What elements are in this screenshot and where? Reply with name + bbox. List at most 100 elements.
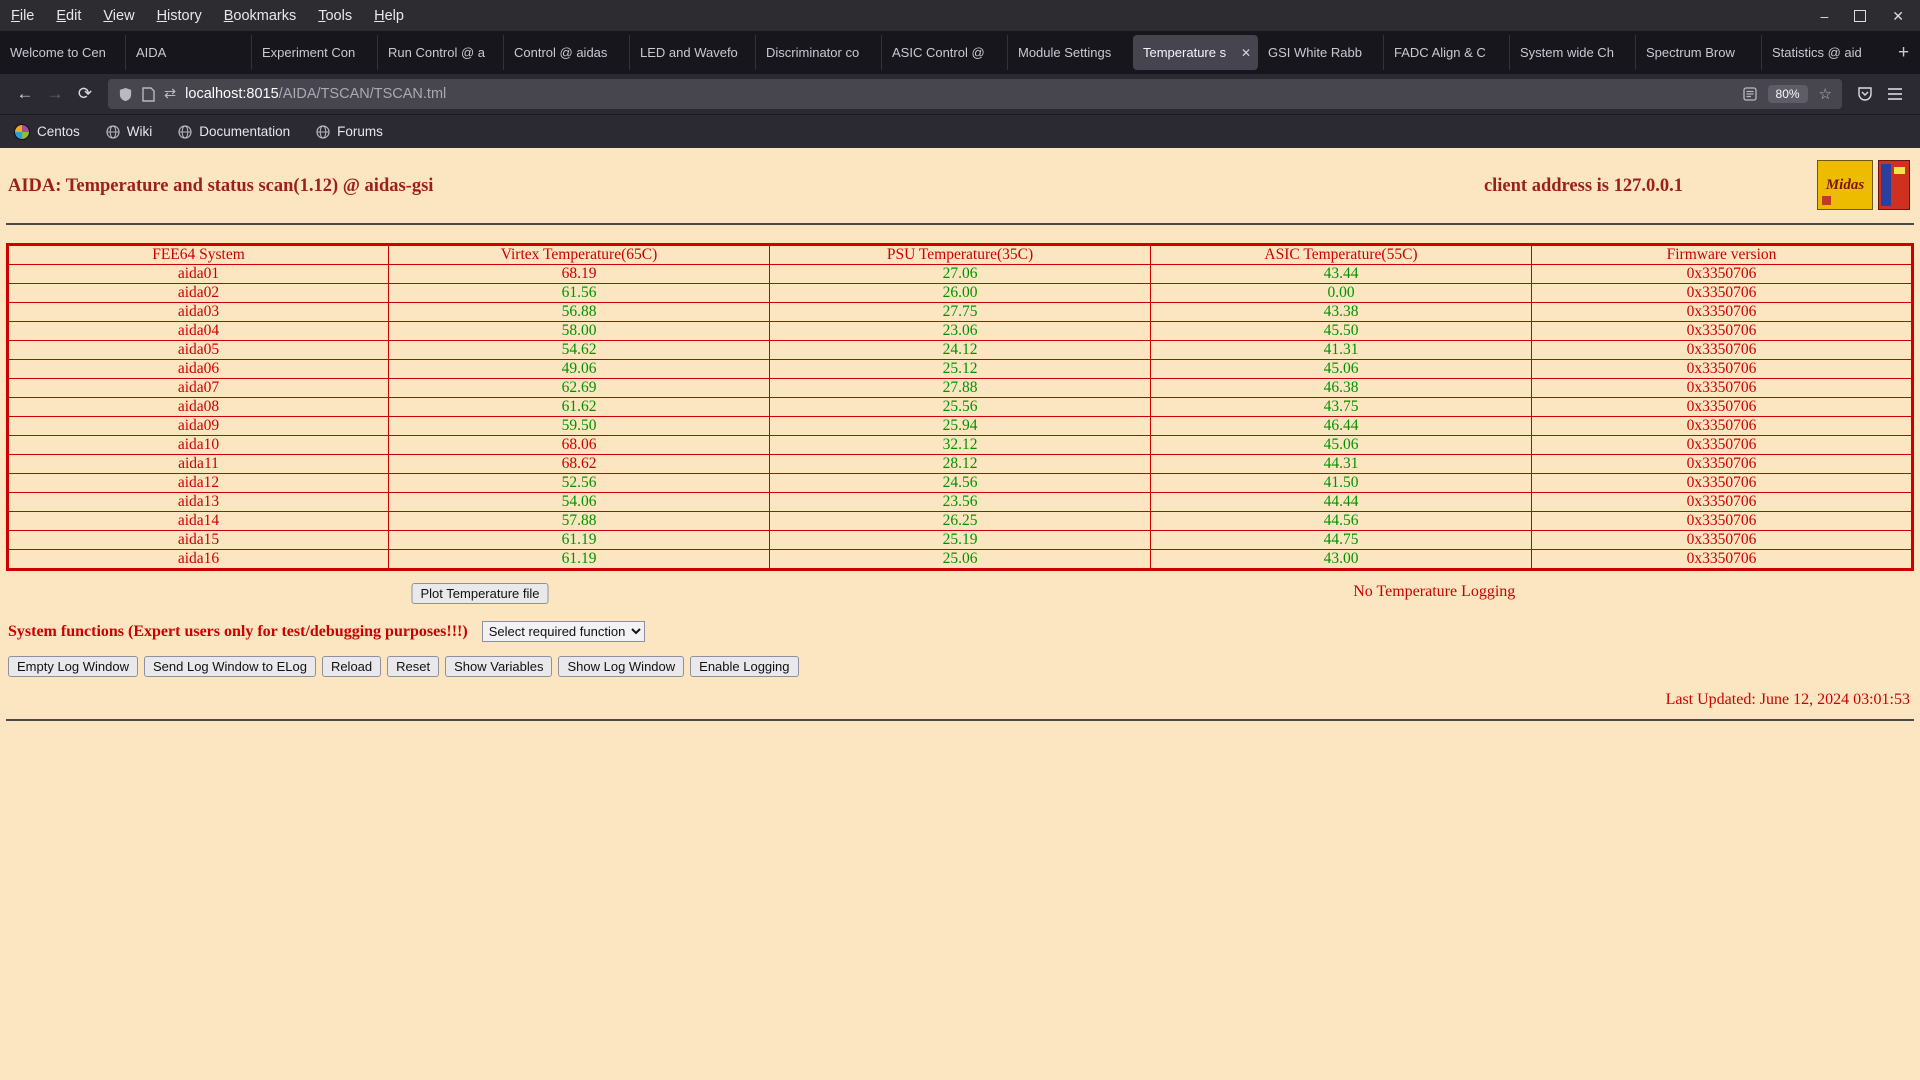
reset-button[interactable]: Reset [387, 656, 440, 677]
table-row: aida04 58.00 23.06 45.50 0x3350706 [7, 321, 1913, 341]
bookmark-documentation[interactable]: Documentation [178, 124, 290, 140]
menu-items: File Edit View History Bookmarks Tools Help [0, 8, 415, 24]
back-button[interactable]: ← [10, 84, 40, 104]
tab-label: FADC Align & C [1394, 45, 1486, 60]
psu-temperature-cell: 27.06 [769, 264, 1151, 284]
tab-label: AIDA [136, 45, 167, 60]
tab-close-icon[interactable]: ✕ [1234, 46, 1258, 60]
fee64-system-cell: aida08 [7, 397, 389, 417]
browser-tab[interactable]: Experiment Con [251, 35, 377, 70]
browser-tab[interactable]: System wide Ch [1509, 35, 1635, 70]
bookmark-centos[interactable]: Centos [14, 123, 80, 140]
asic-temperature-cell: 41.50 [1150, 473, 1532, 493]
psu-temperature-cell: 27.88 [769, 378, 1151, 398]
psu-temperature-cell: 25.06 [769, 549, 1151, 570]
plot-temperature-button[interactable]: Plot Temperature file [411, 583, 549, 604]
menu-file[interactable]: File [0, 8, 45, 24]
fee64-system-cell: aida16 [7, 549, 389, 570]
menu-help[interactable]: Help [363, 8, 415, 24]
virtex-temperature-cell: 49.06 [388, 359, 770, 379]
menu-tools[interactable]: Tools [307, 8, 363, 24]
column-header: FEE64 System [7, 244, 389, 265]
bookmark-items: Centos Wiki Documentation Forums [14, 123, 383, 140]
virtex-temperature-cell: 57.88 [388, 511, 770, 531]
menu-history[interactable]: History [146, 8, 213, 24]
bookmark-forums[interactable]: Forums [316, 124, 383, 140]
virtex-temperature-cell: 61.56 [388, 283, 770, 303]
new-tab-button[interactable]: + [1887, 42, 1920, 64]
asic-temperature-cell: 45.06 [1150, 435, 1532, 455]
browser-tab[interactable]: Temperature s ✕ [1133, 35, 1258, 70]
globe-icon [106, 124, 120, 139]
fee64-system-cell: aida12 [7, 473, 389, 493]
virtex-temperature-cell: 59.50 [388, 416, 770, 436]
pocket-icon[interactable] [1850, 86, 1880, 102]
browser-tab[interactable]: Spectrum Brow [1635, 35, 1761, 70]
temperature-table: FEE64 System Virtex Temperature(65C) PSU T… [6, 243, 1914, 571]
shield-icon[interactable] [118, 87, 133, 102]
browser-tab[interactable]: ASIC Control @ [881, 35, 1007, 70]
browser-tab[interactable]: Welcome to Cen [0, 35, 125, 70]
virtex-temperature-cell: 56.88 [388, 302, 770, 322]
firmware-version-cell: 0x3350706 [1531, 359, 1913, 379]
function-select[interactable]: Select required function [481, 621, 645, 642]
minimize-button[interactable]: – [1820, 9, 1828, 23]
maximize-button[interactable] [1854, 9, 1867, 22]
asic-temperature-cell: 46.44 [1150, 416, 1532, 436]
table-row: aida08 61.62 25.56 43.75 0x3350706 [7, 397, 1913, 417]
table-footer-row: Plot Temperature file No Temperature Log… [0, 583, 1920, 607]
browser-tab[interactable]: AIDA [125, 35, 251, 70]
psu-temperature-cell: 27.75 [769, 302, 1151, 322]
browser-tab[interactable]: GSI White Rabb [1258, 35, 1383, 70]
empty-log-window-button[interactable]: Empty Log Window [8, 656, 138, 677]
bookmark-wiki[interactable]: Wiki [106, 124, 152, 140]
browser-tab[interactable]: FADC Align & C [1383, 35, 1509, 70]
table-row: aida05 54.62 24.12 41.31 0x3350706 [7, 340, 1913, 360]
zoom-level-badge[interactable]: 80% [1767, 85, 1808, 103]
url-text[interactable]: localhost:8015/AIDA/TSCAN/TSCAN.tml [185, 86, 446, 102]
menu-view[interactable]: View [92, 8, 145, 24]
hamburger-menu-icon[interactable] [1880, 87, 1910, 101]
last-updated-text: Last Updated: June 12, 2024 03:01:53 [1665, 691, 1910, 708]
asic-temperature-cell: 44.31 [1150, 454, 1532, 474]
close-button[interactable]: ✕ [1892, 9, 1904, 23]
tab-label: Spectrum Brow [1646, 45, 1735, 60]
page-info-icon[interactable] [142, 86, 155, 102]
virtex-temperature-cell: 54.06 [388, 492, 770, 512]
browser-tab[interactable]: Discriminator co [755, 35, 881, 70]
asic-temperature-cell: 44.44 [1150, 492, 1532, 512]
psu-temperature-cell: 23.06 [769, 321, 1151, 341]
table-row: aida13 54.06 23.56 44.44 0x3350706 [7, 492, 1913, 512]
system-functions-row: System functions (Expert users only for … [8, 621, 1920, 642]
tab-label: Experiment Con [262, 45, 356, 60]
virtex-temperature-cell: 68.62 [388, 454, 770, 474]
column-header: ASIC Temperature(55C) [1150, 244, 1532, 265]
reload-button[interactable]: ⟳ [70, 84, 100, 104]
browser-tab[interactable]: LED and Wavefo [629, 35, 755, 70]
url-bar[interactable]: ⇄ localhost:8015/AIDA/TSCAN/TSCAN.tml 80… [108, 79, 1842, 109]
reader-mode-icon[interactable] [1742, 87, 1757, 101]
enable-logging-button[interactable]: Enable Logging [690, 656, 799, 677]
swap-arrows-icon[interactable]: ⇄ [164, 86, 176, 102]
show-log-window-button[interactable]: Show Log Window [558, 656, 685, 677]
show-variables-button[interactable]: Show Variables [445, 656, 553, 677]
table-row: aida01 68.19 27.06 43.44 0x3350706 [7, 264, 1913, 284]
table-row: aida09 59.50 25.94 46.44 0x3350706 [7, 416, 1913, 436]
reload-button[interactable]: Reload [321, 656, 382, 677]
forward-button[interactable]: → [40, 84, 70, 104]
tab-label: Module Settings [1018, 45, 1112, 60]
logging-status-text: No Temperature Logging [1353, 583, 1516, 600]
virtex-temperature-cell: 61.62 [388, 397, 770, 417]
fee64-system-cell: aida06 [7, 359, 389, 379]
asic-temperature-cell: 43.00 [1150, 549, 1532, 570]
menu-edit[interactable]: Edit [45, 8, 92, 24]
psu-temperature-cell: 32.12 [769, 435, 1151, 455]
browser-tab[interactable]: Control @ aidas [503, 35, 629, 70]
bookmark-star-icon[interactable]: ☆ [1819, 85, 1832, 103]
send-log-window-to-elog-button[interactable]: Send Log Window to ELog [144, 656, 316, 677]
menu-bookmarks[interactable]: Bookmarks [213, 8, 308, 24]
browser-tab[interactable]: Run Control @ a [377, 35, 503, 70]
table-row: aida11 68.62 28.12 44.31 0x3350706 [7, 454, 1913, 474]
browser-tab[interactable]: Module Settings [1007, 35, 1133, 70]
browser-tab[interactable]: Statistics @ aid [1761, 35, 1887, 70]
